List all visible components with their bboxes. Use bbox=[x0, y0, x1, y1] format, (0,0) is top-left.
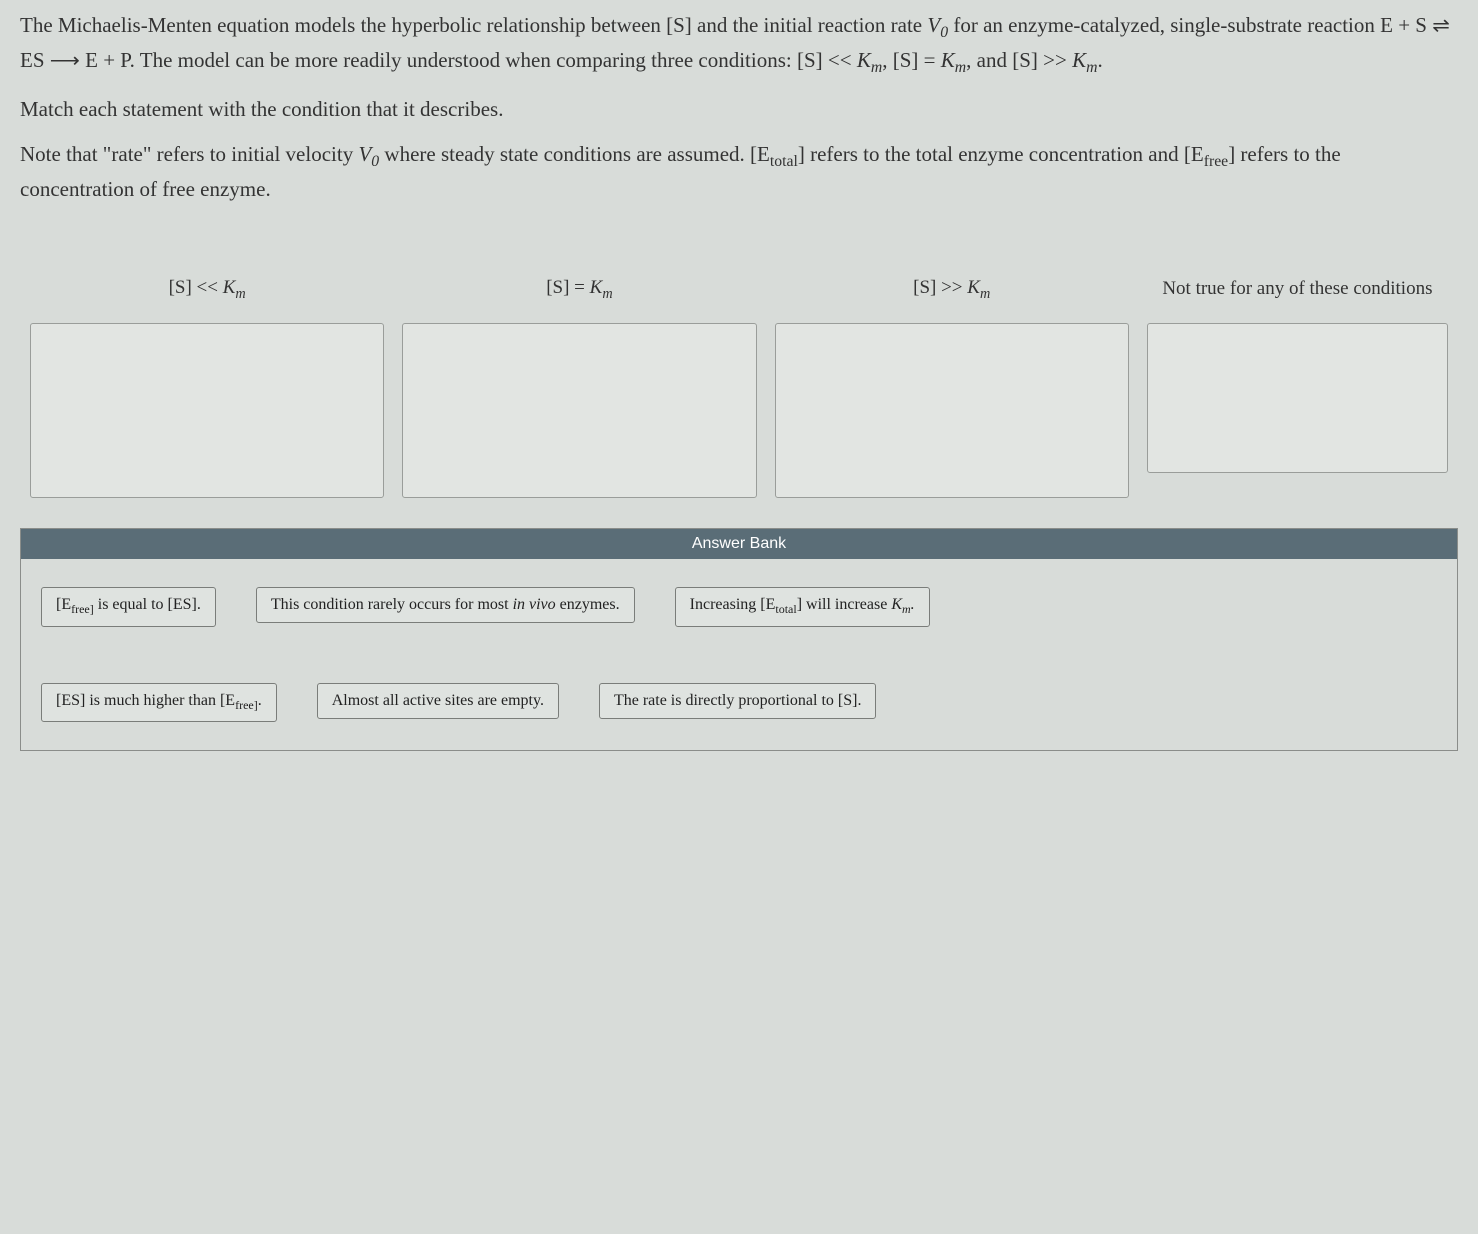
k-letter: K bbox=[967, 277, 980, 298]
question-paragraph-3: Note that "rate" refers to initial veloc… bbox=[20, 139, 1458, 205]
drop-zone-2[interactable] bbox=[402, 323, 756, 498]
drop-zone-col-2: [S] = Km bbox=[402, 265, 756, 498]
total-sub: total bbox=[770, 153, 798, 170]
drop-zone-col-3: [S] >> Km bbox=[775, 265, 1129, 498]
drop-zone-label-3: [S] >> Km bbox=[913, 265, 990, 313]
drop-zone-col-1: [S] << Km bbox=[30, 265, 384, 498]
free-sub: free] bbox=[235, 698, 258, 712]
km-symbol: Km bbox=[967, 277, 990, 298]
m-sub: m bbox=[902, 603, 911, 617]
v0-symbol: V0 bbox=[927, 13, 948, 37]
text-fragment: Increasing [E bbox=[690, 596, 776, 613]
m-sub: m bbox=[1086, 59, 1097, 76]
question-paragraph-2: Match each statement with the condition … bbox=[20, 94, 1458, 126]
text-fragment: , and [S] >> bbox=[966, 48, 1072, 72]
k-letter: K bbox=[941, 48, 955, 72]
m-sub: m bbox=[955, 59, 966, 76]
answer-tile-5[interactable]: Almost all active sites are empty. bbox=[317, 683, 559, 719]
m-sub: m bbox=[980, 285, 990, 301]
text-fragment: [S] = bbox=[546, 277, 589, 298]
answer-tile-3[interactable]: Increasing [Etotal] will increase Km. bbox=[675, 587, 930, 626]
text-fragment: [ES] is much higher than [E bbox=[56, 692, 235, 709]
drop-zones-row: [S] << Km [S] = Km [S] >> Km Not true fo… bbox=[20, 265, 1458, 498]
text-fragment: [E bbox=[56, 596, 71, 613]
text-fragment: [S] >> bbox=[913, 277, 967, 298]
km-symbol: Km. bbox=[891, 596, 914, 613]
answer-bank: Answer Bank [Efree] is equal to [ES]. Th… bbox=[20, 528, 1458, 750]
zero-sub: 0 bbox=[940, 24, 948, 41]
answer-tile-2[interactable]: This condition rarely occurs for most in… bbox=[256, 587, 635, 623]
free-sub: free bbox=[1204, 153, 1228, 170]
drop-zone-col-4: Not true for any of these conditions bbox=[1147, 265, 1448, 498]
km-symbol: Km bbox=[857, 48, 882, 72]
answer-bank-body: [Efree] is equal to [ES]. This condition… bbox=[21, 559, 1457, 749]
m-sub: m bbox=[602, 285, 612, 301]
text-fragment: This condition rarely occurs for most bbox=[271, 596, 513, 613]
k-letter: K bbox=[857, 48, 871, 72]
free-sub: free] bbox=[71, 603, 94, 617]
italic-text: in vivo bbox=[513, 596, 556, 613]
drop-zone-label-2: [S] = Km bbox=[546, 265, 612, 313]
text-fragment: will increase bbox=[802, 596, 891, 613]
question-paragraph-1: The Michaelis-Menten equation models the… bbox=[20, 10, 1458, 80]
km-symbol: Km bbox=[1072, 48, 1097, 72]
drop-zone-4[interactable] bbox=[1147, 323, 1448, 473]
text-fragment: , [S] = bbox=[882, 48, 941, 72]
k-letter: K bbox=[590, 277, 603, 298]
v-letter: V bbox=[927, 13, 940, 37]
text-fragment: enzymes. bbox=[556, 596, 620, 613]
zero-sub: 0 bbox=[371, 153, 379, 170]
answer-tile-1[interactable]: [Efree] is equal to [ES]. bbox=[41, 587, 216, 626]
drop-zone-label-4: Not true for any of these conditions bbox=[1162, 265, 1432, 313]
text-fragment: is equal to [ES]. bbox=[94, 596, 201, 613]
text-fragment: . bbox=[258, 692, 262, 709]
text-fragment: Note that "rate" refers to initial veloc… bbox=[20, 142, 358, 166]
text-fragment: where steady state conditions are assume… bbox=[379, 142, 770, 166]
k-letter: K bbox=[891, 596, 902, 613]
v-letter: V bbox=[358, 142, 371, 166]
drop-zone-label-1: [S] << Km bbox=[169, 265, 246, 313]
drop-zone-1[interactable] bbox=[30, 323, 384, 498]
drop-zone-3[interactable] bbox=[775, 323, 1129, 498]
text-fragment: . bbox=[1097, 48, 1102, 72]
v0-symbol: V0 bbox=[358, 142, 379, 166]
text-fragment: [S] << bbox=[169, 277, 223, 298]
m-sub: m bbox=[871, 59, 882, 76]
answer-tile-4[interactable]: [ES] is much higher than [Efree]. bbox=[41, 683, 277, 722]
total-sub: total bbox=[775, 603, 796, 617]
km-symbol: Km bbox=[590, 277, 613, 298]
text-fragment: The Michaelis-Menten equation models the… bbox=[20, 13, 927, 37]
question-text: The Michaelis-Menten equation models the… bbox=[20, 10, 1458, 205]
m-sub: m bbox=[235, 285, 245, 301]
km-symbol: Km bbox=[941, 48, 966, 72]
km-symbol: Km bbox=[223, 277, 246, 298]
answer-tile-6[interactable]: The rate is directly proportional to [S]… bbox=[599, 683, 876, 719]
k-letter: K bbox=[1072, 48, 1086, 72]
answer-bank-header: Answer Bank bbox=[21, 529, 1457, 559]
text-fragment: ] refers to the total enzyme concentrati… bbox=[798, 142, 1204, 166]
k-letter: K bbox=[223, 277, 236, 298]
